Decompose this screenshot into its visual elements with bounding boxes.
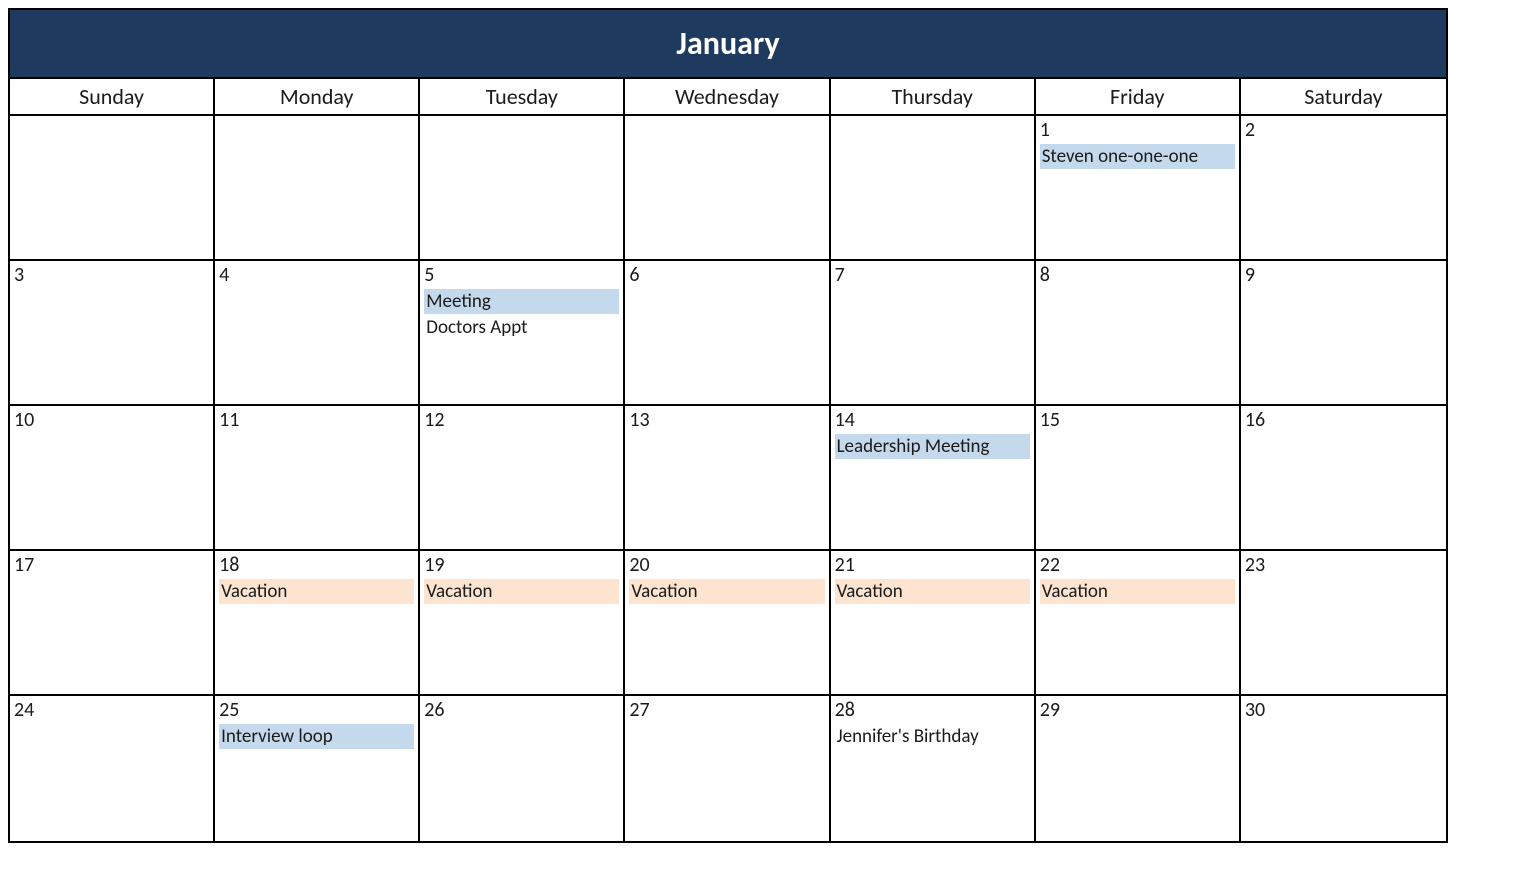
day-cell[interactable]: 14Leadership Meeting [831,406,1036,551]
day-cell[interactable]: 16 [1241,406,1446,551]
day-number: 2 [1245,118,1442,142]
weekday-saturday: Saturday [1241,77,1446,116]
day-cell[interactable]: 26 [420,696,625,841]
weekday-monday: Monday [215,77,420,116]
weekday-wednesday: Wednesday [625,77,830,116]
day-cell[interactable]: 27 [625,696,830,841]
day-cell[interactable]: 8 [1036,261,1241,406]
calendar-event[interactable]: Leadership Meeting [835,434,1030,459]
calendar-event[interactable]: Vacation [219,579,414,604]
calendar-event[interactable]: Meeting [424,289,619,314]
day-cell[interactable]: 29 [1036,696,1241,841]
day-number: 7 [835,263,1030,287]
day-number: 6 [629,263,824,287]
calendar-week: 1Steven one-one-one2 [10,116,1446,261]
day-cell[interactable]: 7 [831,261,1036,406]
day-cell[interactable]: 24 [10,696,215,841]
day-number: 24 [14,698,209,722]
day-number: 28 [835,698,1030,722]
calendar-event[interactable]: Steven one-one-one [1040,144,1235,169]
day-cell[interactable]: 23 [1241,551,1446,696]
day-cell[interactable]: 30 [1241,696,1446,841]
weekday-tuesday: Tuesday [420,77,625,116]
day-cell[interactable]: 9 [1241,261,1446,406]
day-number: 22 [1040,553,1235,577]
month-title: January [10,10,1446,77]
day-cell[interactable]: 17 [10,551,215,696]
day-cell[interactable]: 28Jennifer's Birthday [831,696,1036,841]
day-cell[interactable] [625,116,830,261]
day-cell[interactable] [215,116,420,261]
day-number: 21 [835,553,1030,577]
day-number: 9 [1245,263,1442,287]
weekday-friday: Friday [1036,77,1241,116]
day-cell[interactable]: 13 [625,406,830,551]
day-number: 14 [835,408,1030,432]
day-cell[interactable] [420,116,625,261]
day-cell[interactable]: 21Vacation [831,551,1036,696]
day-number: 13 [629,408,824,432]
day-number: 16 [1245,408,1442,432]
day-cell[interactable]: 4 [215,261,420,406]
day-number: 27 [629,698,824,722]
day-number: 11 [219,408,414,432]
calendar-week: 345MeetingDoctors Appt6789 [10,261,1446,406]
calendar-event[interactable]: Vacation [629,579,824,604]
day-number: 20 [629,553,824,577]
day-number: 26 [424,698,619,722]
day-cell[interactable]: 12 [420,406,625,551]
day-number: 12 [424,408,619,432]
day-cell[interactable]: 11 [215,406,420,551]
day-number: 8 [1040,263,1235,287]
day-number: 29 [1040,698,1235,722]
calendar-week: 2425Interview loop262728Jennifer's Birth… [10,696,1446,841]
calendar-event[interactable]: Doctors Appt [424,315,619,340]
day-number: 3 [14,263,209,287]
day-cell[interactable]: 5MeetingDoctors Appt [420,261,625,406]
day-number: 4 [219,263,414,287]
day-number: 15 [1040,408,1235,432]
calendar-grid: 1Steven one-one-one2345MeetingDoctors Ap… [10,116,1446,841]
weekday-sunday: Sunday [10,77,215,116]
day-cell[interactable]: 2 [1241,116,1446,261]
day-number: 25 [219,698,414,722]
calendar-event[interactable]: Vacation [424,579,619,604]
day-number: 5 [424,263,619,287]
calendar-event[interactable]: Vacation [835,579,1030,604]
day-cell[interactable] [10,116,215,261]
calendar: January Sunday Monday Tuesday Wednesday … [8,8,1448,843]
day-cell[interactable]: 1Steven one-one-one [1036,116,1241,261]
day-number: 1 [1040,118,1235,142]
day-number: 10 [14,408,209,432]
day-number: 17 [14,553,209,577]
calendar-week: 1718Vacation19Vacation20Vacation21Vacati… [10,551,1446,696]
calendar-week: 1011121314Leadership Meeting1516 [10,406,1446,551]
day-cell[interactable]: 20Vacation [625,551,830,696]
day-cell[interactable]: 25Interview loop [215,696,420,841]
day-number: 23 [1245,553,1442,577]
calendar-event[interactable]: Interview loop [219,724,414,749]
day-number: 19 [424,553,619,577]
day-number: 18 [219,553,414,577]
day-cell[interactable]: 10 [10,406,215,551]
calendar-event[interactable]: Vacation [1040,579,1235,604]
weekday-header-row: Sunday Monday Tuesday Wednesday Thursday… [10,77,1446,116]
day-cell[interactable] [831,116,1036,261]
day-cell[interactable]: 18Vacation [215,551,420,696]
weekday-thursday: Thursday [831,77,1036,116]
day-cell[interactable]: 22Vacation [1036,551,1241,696]
day-number: 30 [1245,698,1442,722]
day-cell[interactable]: 15 [1036,406,1241,551]
day-cell[interactable]: 6 [625,261,830,406]
calendar-event[interactable]: Jennifer's Birthday [835,724,1030,749]
day-cell[interactable]: 3 [10,261,215,406]
day-cell[interactable]: 19Vacation [420,551,625,696]
